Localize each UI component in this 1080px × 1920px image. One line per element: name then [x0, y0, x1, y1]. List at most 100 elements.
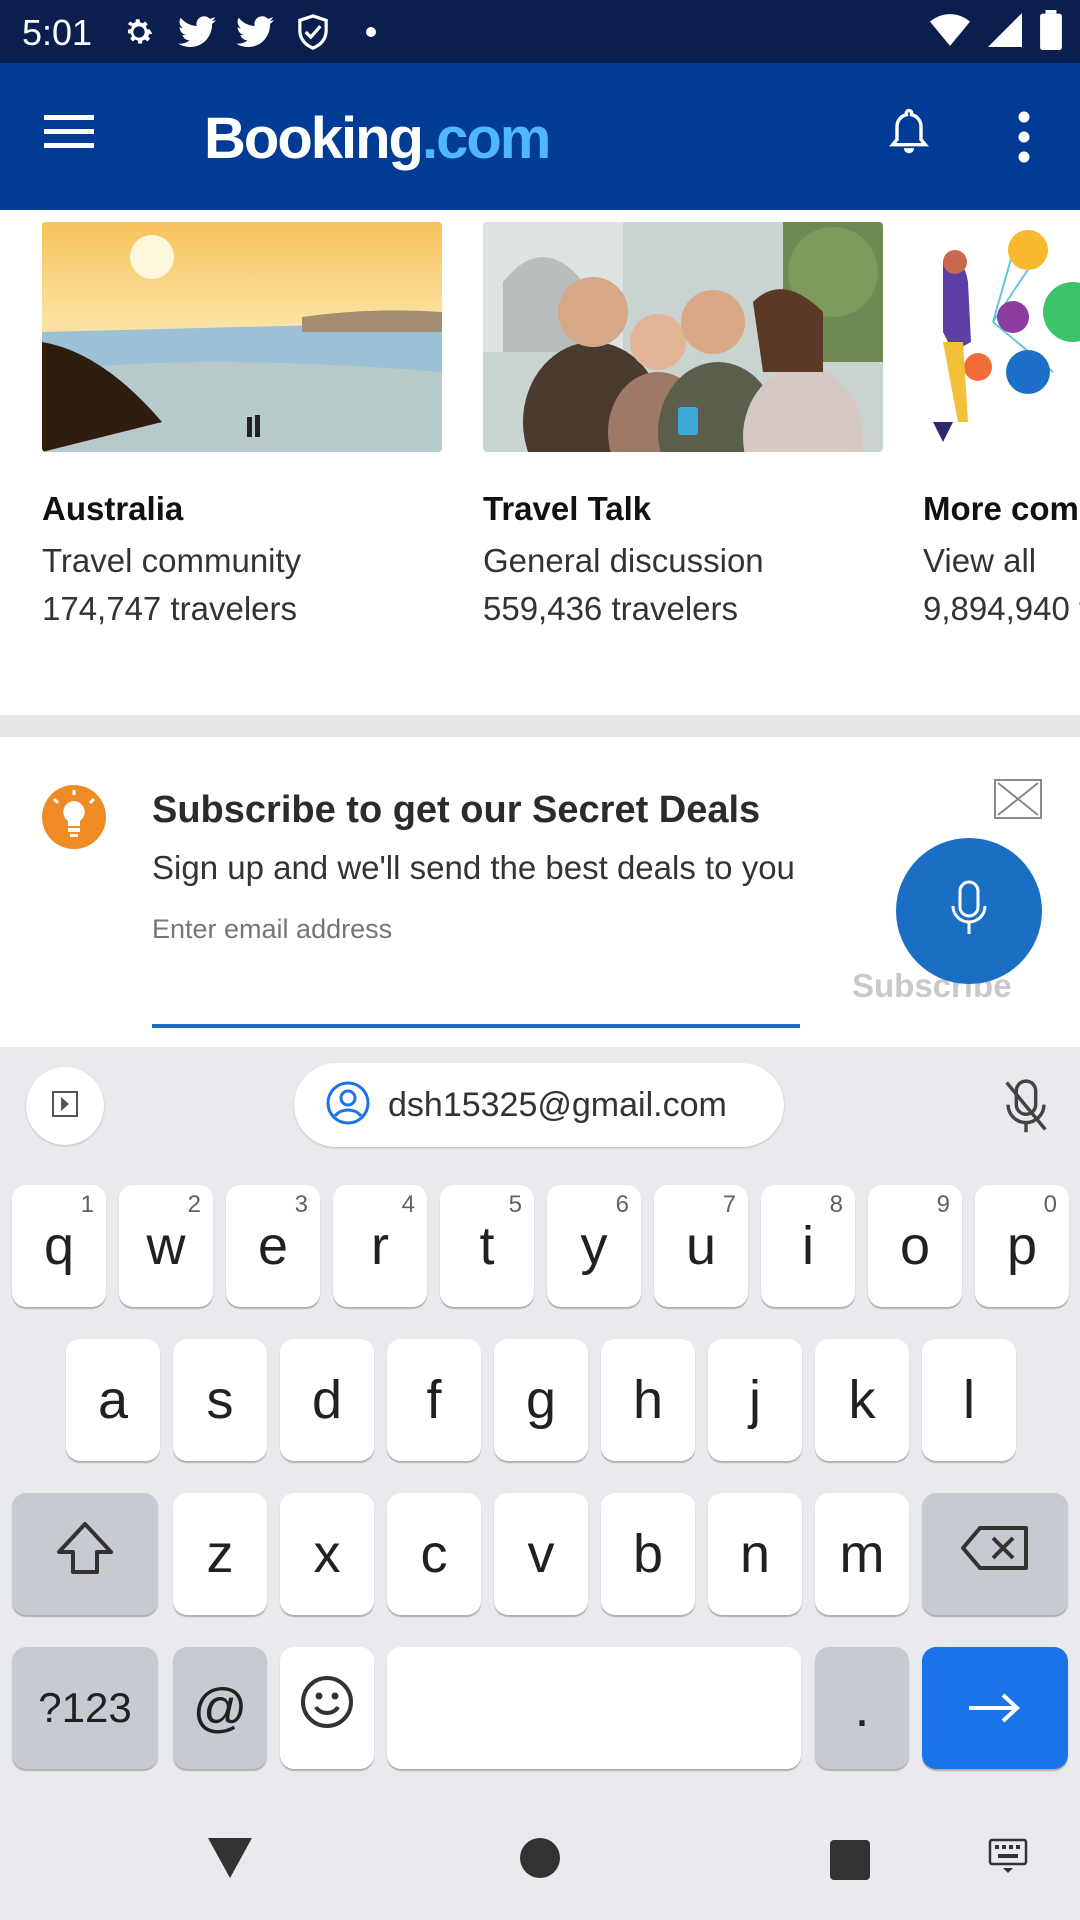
home-icon[interactable] — [520, 1838, 560, 1878]
key-w[interactable]: w2 — [119, 1185, 213, 1307]
booking-logo: Booking.com — [204, 105, 551, 172]
key-c[interactable]: c — [387, 1493, 481, 1615]
logo-suffix: .com — [421, 106, 551, 171]
key-q[interactable]: q1 — [12, 1185, 106, 1307]
battery-icon — [1040, 9, 1062, 55]
card-count: 559,436 travelers — [483, 590, 738, 627]
back-icon[interactable] — [206, 1836, 254, 1880]
key-l[interactable]: l — [922, 1339, 1016, 1461]
key-label: i — [802, 1216, 814, 1276]
space-key[interactable] — [387, 1647, 801, 1769]
key-v[interactable]: v — [494, 1493, 588, 1615]
microphone-icon — [949, 880, 989, 943]
subscribe-section: Subscribe to get our Secret Deals Sign u… — [0, 737, 1080, 1047]
key-label: g — [525, 1370, 557, 1430]
menu-icon[interactable] — [42, 111, 102, 161]
key-label: o — [899, 1216, 931, 1276]
key-label: b — [632, 1524, 664, 1584]
key-x[interactable]: x — [280, 1493, 374, 1615]
key-label: x — [313, 1524, 341, 1584]
key-hint: 9 — [936, 1191, 950, 1218]
key-hint: 5 — [508, 1191, 522, 1218]
key-label: j — [749, 1370, 761, 1430]
key-label: c — [420, 1524, 448, 1584]
symbols-key[interactable]: ?123 — [12, 1647, 158, 1769]
key-n[interactable]: n — [708, 1493, 802, 1615]
community-illustration — [923, 222, 1080, 452]
close-icon[interactable] — [994, 779, 1042, 819]
key-m[interactable]: m — [815, 1493, 909, 1615]
key-label: y — [580, 1216, 608, 1276]
expand-suggestions-button[interactable] — [26, 1067, 104, 1145]
shift-key[interactable] — [12, 1493, 158, 1615]
card-title: Travel Talk — [483, 490, 652, 527]
subscribe-title: Subscribe to get our Secret Deals — [152, 789, 761, 831]
microphone-off-icon[interactable] — [998, 1077, 1054, 1135]
key-label: a — [97, 1370, 129, 1430]
backspace-icon — [960, 1523, 1030, 1585]
key-label: k — [848, 1370, 876, 1430]
travelers-photo — [483, 222, 883, 452]
key-e[interactable]: e3 — [226, 1185, 320, 1307]
bell-icon[interactable] — [888, 107, 938, 163]
email-input-underline — [152, 1024, 800, 1028]
email-suggestion-chip[interactable]: dsh15325@gmail.com — [294, 1063, 784, 1147]
recent-apps-icon[interactable] — [830, 1840, 870, 1880]
key-label: q — [43, 1216, 75, 1276]
key-hint: 4 — [401, 1191, 415, 1218]
notification-icons — [120, 10, 390, 54]
key-u[interactable]: u7 — [654, 1185, 748, 1307]
community-card[interactable]: Australia Travel community 174,747 trave… — [42, 222, 442, 628]
key-y[interactable]: y6 — [547, 1185, 641, 1307]
key-g[interactable]: g — [494, 1339, 588, 1461]
account-icon — [326, 1081, 370, 1130]
subscribe-text: Sign up and we'll send the best deals to… — [152, 849, 795, 886]
voice-input-button[interactable] — [896, 838, 1042, 984]
key-label: v — [527, 1524, 555, 1584]
key-t[interactable]: t5 — [440, 1185, 534, 1307]
emoji-key[interactable] — [280, 1647, 374, 1769]
key-a[interactable]: a — [66, 1339, 160, 1461]
key-label: l — [963, 1370, 975, 1430]
email-input[interactable] — [152, 914, 792, 945]
card-subtitle: Travel community — [42, 542, 302, 579]
signal-icon — [988, 12, 1022, 52]
key-at[interactable]: @ — [173, 1647, 267, 1769]
key-p[interactable]: p0 — [975, 1185, 1069, 1307]
card-count: 174,747 travelers — [42, 590, 297, 627]
keyboard-icon[interactable] — [988, 1838, 1028, 1874]
key-j[interactable]: j — [708, 1339, 802, 1461]
key-label: z — [206, 1524, 234, 1584]
section-divider — [0, 715, 1080, 737]
backspace-key[interactable] — [922, 1493, 1068, 1615]
key-f[interactable]: f — [387, 1339, 481, 1461]
app-bar: Booking.com — [0, 63, 1080, 210]
card-subtitle: General discussion — [483, 542, 764, 579]
wifi-icon — [930, 13, 970, 51]
key-d[interactable]: d — [280, 1339, 374, 1461]
logo-main: Booking — [204, 106, 424, 171]
key-z[interactable]: z — [173, 1493, 267, 1615]
enter-key[interactable] — [922, 1647, 1068, 1769]
key-hint: 0 — [1043, 1191, 1057, 1218]
key-k[interactable]: k — [815, 1339, 909, 1461]
key-b[interactable]: b — [601, 1493, 695, 1615]
card-subtitle: View all — [923, 542, 1037, 579]
key-i[interactable]: i8 — [761, 1185, 855, 1307]
key-label: . — [854, 1678, 870, 1738]
key-s[interactable]: s — [173, 1339, 267, 1461]
key-label: s — [206, 1370, 234, 1430]
key-period[interactable]: . — [815, 1647, 909, 1769]
key-label: f — [426, 1370, 442, 1430]
key-r[interactable]: r4 — [333, 1185, 427, 1307]
more-options-icon[interactable] — [1004, 107, 1044, 167]
key-label: u — [685, 1216, 717, 1276]
key-h[interactable]: h — [601, 1339, 695, 1461]
soft-keyboard: dsh15325@gmail.com q1 w2 e3 r4 t5 y6 u7 … — [0, 1047, 1080, 1800]
key-o[interactable]: o9 — [868, 1185, 962, 1307]
settings-icon — [120, 13, 158, 51]
shift-icon — [55, 1520, 115, 1589]
key-label: w — [146, 1216, 186, 1276]
community-card[interactable]: More communities View all 9,894,940 trav… — [923, 222, 1080, 628]
community-card[interactable]: Travel Talk General discussion 559,436 t… — [483, 222, 883, 628]
